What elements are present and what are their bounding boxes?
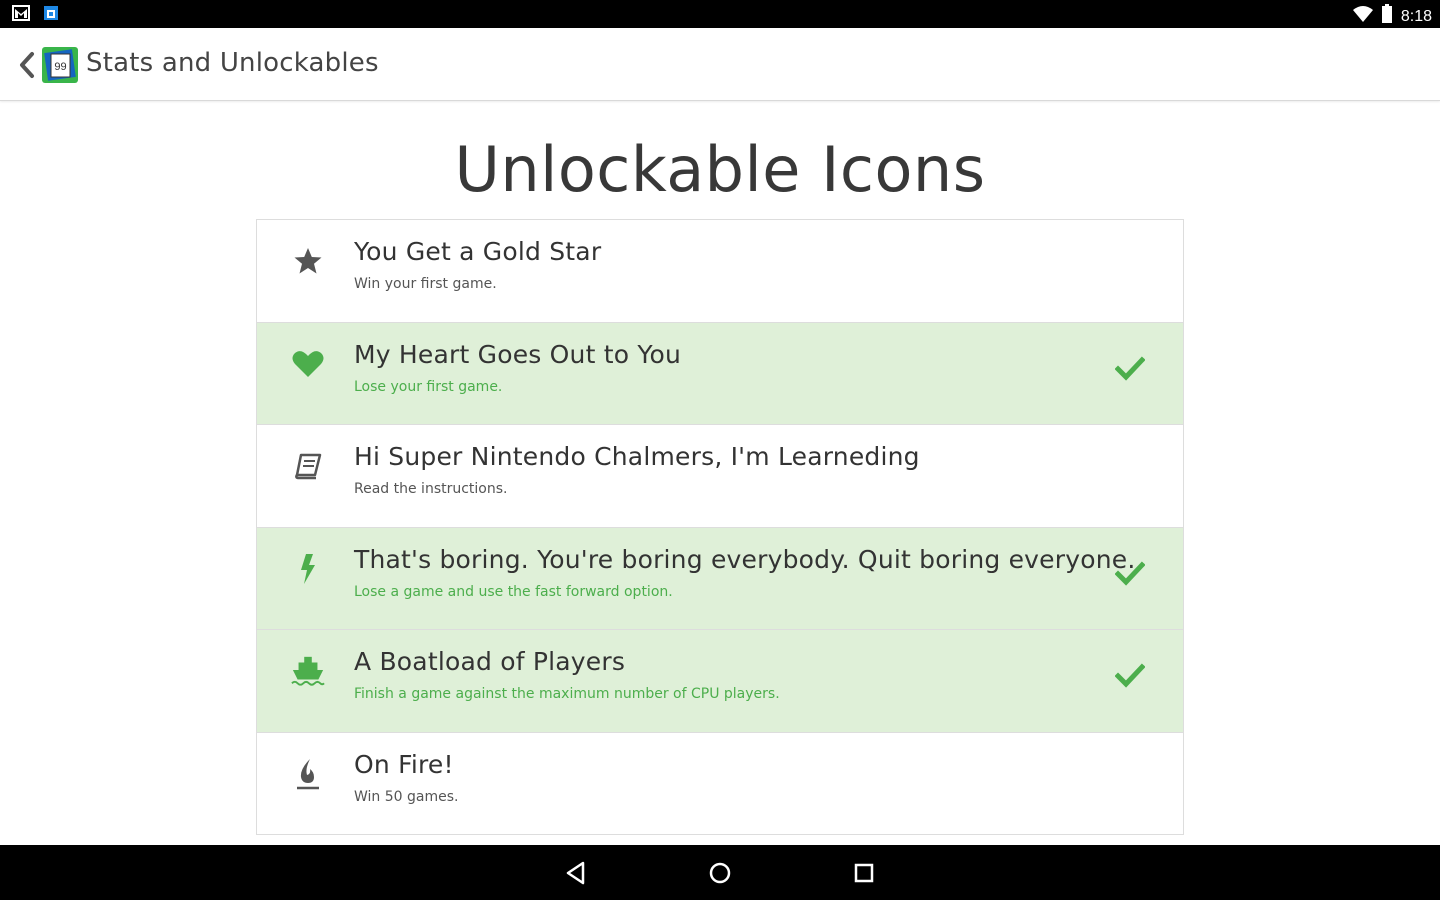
gmail-icon — [12, 5, 30, 26]
nav-recents-button[interactable] — [850, 859, 878, 887]
fire-icon — [291, 757, 325, 791]
unlockable-description: Win your first game. — [354, 276, 497, 292]
content-scroll-area[interactable]: Unlockable Icons You Get a Gold Star Win… — [0, 101, 1440, 845]
unlockable-description: Lose a game and use the fast forward opt… — [354, 583, 673, 600]
heart-icon — [291, 347, 325, 381]
app-logo[interactable]: 99 — [42, 47, 78, 83]
unlockable-title: A Boatload of Players — [354, 647, 626, 676]
unlockable-title: Hi Super Nintendo Chalmers, I'm Learnedi… — [354, 442, 920, 471]
unlockable-title: On Fire! — [354, 749, 454, 779]
chevron-left-icon — [20, 52, 34, 78]
unlockable-title: My Heart Goes Out to You — [354, 339, 682, 369]
unlockable-description: Lose your first game. — [354, 378, 503, 395]
book-icon — [291, 449, 325, 483]
app-title: Stats and Unlockables — [86, 48, 379, 78]
page-heading: Unlockable Icons — [454, 133, 986, 206]
svg-text:99: 99 — [54, 61, 66, 73]
unlockable-item[interactable]: A Boatload of Players Finish a game agai… — [257, 630, 1183, 733]
square-recents-icon — [854, 863, 874, 883]
clock: 8:18 — [1400, 7, 1432, 25]
lightning-icon — [291, 552, 325, 586]
unlockable-title: You Get a Gold Star — [354, 237, 602, 266]
system-icons: 8:18 — [1352, 4, 1432, 29]
battery-icon — [1381, 4, 1393, 29]
system-nav-bar — [0, 845, 1440, 900]
unlockable-item[interactable]: Hi Super Nintendo Chalmers, I'm Learnedi… — [257, 425, 1183, 528]
unlockable-description: Read the instructions. — [354, 481, 508, 497]
check-icon — [1114, 663, 1146, 689]
notification-icons — [12, 5, 58, 26]
unlockable-item[interactable]: On Fire! Win 50 games. — [257, 732, 1183, 835]
unlockable-title: That's boring. You're boring everybody. … — [354, 544, 1136, 574]
app-notification-icon — [44, 6, 58, 25]
triangle-back-icon — [566, 861, 585, 885]
unlockables-list: You Get a Gold Star Win your first game.… — [256, 219, 1184, 835]
check-icon — [1114, 560, 1146, 587]
nav-back-button[interactable] — [562, 859, 590, 887]
nav-home-button[interactable] — [706, 859, 734, 887]
unlockable-description: Win 50 games. — [354, 788, 459, 805]
back-button[interactable] — [16, 51, 38, 79]
unlockable-description: Finish a game against the maximum number… — [354, 686, 780, 702]
status-bar: 8:18 — [0, 0, 1440, 28]
unlockable-item[interactable]: My Heart Goes Out to You Lose your first… — [257, 322, 1183, 425]
ship-icon — [291, 654, 325, 688]
check-icon — [1114, 355, 1146, 382]
star-icon — [291, 244, 325, 278]
circle-home-icon — [709, 862, 731, 884]
unlockable-item[interactable]: You Get a Gold Star Win your first game. — [257, 220, 1183, 323]
wifi-icon — [1352, 5, 1373, 28]
app-bar: 99 Stats and Unlockables — [0, 28, 1440, 101]
unlockable-item[interactable]: That's boring. You're boring everybody. … — [257, 527, 1183, 630]
